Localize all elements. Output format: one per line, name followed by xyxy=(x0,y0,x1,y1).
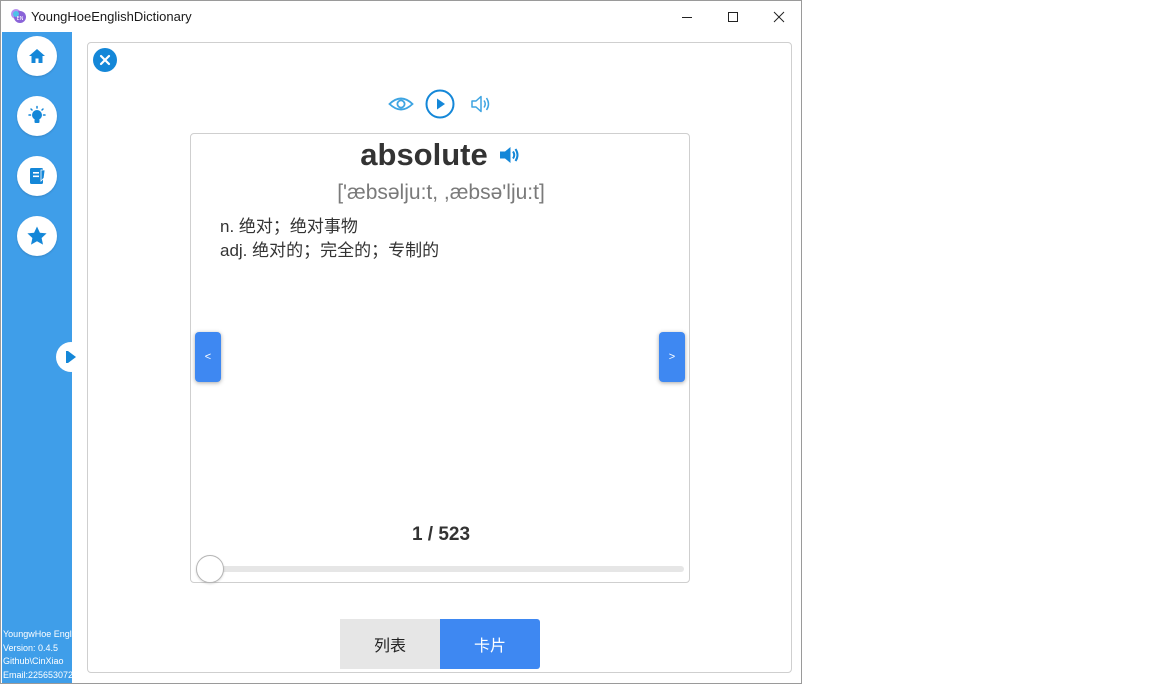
expand-arrow-icon xyxy=(57,343,85,371)
auto-pronounce-button[interactable] xyxy=(470,89,492,119)
window-title: YoungHoeEnglishDictionary xyxy=(31,9,192,24)
card-mode-controls xyxy=(388,89,498,119)
github-text: Github\CinXiao xyxy=(3,656,64,666)
minimize-icon xyxy=(682,16,692,18)
list-view-button[interactable]: 列表 xyxy=(340,619,440,669)
title-bar: EN YoungHoeEnglishDictionary xyxy=(1,1,801,32)
sidebar-toggle-button[interactable] xyxy=(56,342,86,372)
home-icon xyxy=(29,49,45,63)
view-mode-toggle: 列表 卡片 xyxy=(340,619,540,669)
word-card: absolute ['æbsəlju:t, ,æbsə'lju:t] n. 绝对… xyxy=(190,133,690,583)
close-icon xyxy=(773,11,785,22)
close-window-button[interactable] xyxy=(756,1,801,32)
word-counter: 1 / 523 xyxy=(411,524,471,545)
maximize-button[interactable] xyxy=(710,1,756,32)
email-text: Email:2256530720 xyxy=(3,669,72,680)
speaker-icon xyxy=(499,147,519,163)
content-panel: absolute ['æbsəlju:t, ,æbsə'lju:t] n. 绝对… xyxy=(87,42,792,673)
word-text: absolute xyxy=(360,137,488,172)
pronounce-button[interactable] xyxy=(498,143,522,167)
close-card-button[interactable] xyxy=(93,48,117,72)
definition-item: adj. 绝对的；完全的；专制的 xyxy=(220,241,440,260)
lightbulb-icon xyxy=(28,105,46,123)
sidebar-item-home[interactable] xyxy=(17,36,57,76)
definition-item: n. 绝对；绝对事物 xyxy=(220,217,358,236)
definitions-list: n. 绝对；绝对事物 adj. 绝对的；完全的；专制的 xyxy=(220,215,439,263)
eye-icon xyxy=(388,97,414,111)
star-icon xyxy=(27,226,47,245)
previous-word-button[interactable]: < xyxy=(195,332,221,382)
maximize-icon xyxy=(728,11,738,22)
minimize-button[interactable] xyxy=(664,1,710,32)
svg-text:EN: EN xyxy=(17,16,24,22)
toggle-visibility-button[interactable] xyxy=(388,89,414,119)
sidebar-item-learn[interactable] xyxy=(17,96,57,136)
sidebar-item-favorites[interactable] xyxy=(17,216,57,256)
progress-slider-thumb[interactable] xyxy=(196,555,224,583)
play-icon xyxy=(425,89,455,119)
app-logo-icon: EN xyxy=(11,9,26,23)
sidebar-item-wordbook[interactable] xyxy=(17,156,57,196)
card-view-button[interactable]: 卡片 xyxy=(440,619,540,669)
progress-slider-track[interactable] xyxy=(201,566,684,572)
word-header: absolute xyxy=(191,134,691,176)
phonetic-text: ['æbsəlju:t, ,æbsə'lju:t] xyxy=(337,181,545,204)
next-word-button[interactable]: > xyxy=(659,332,685,382)
autoplay-button[interactable] xyxy=(425,89,455,119)
version-text: Version: 0.4.5 xyxy=(3,642,59,653)
close-icon xyxy=(99,54,111,66)
speaker-icon xyxy=(471,95,490,113)
sidebar-footer-info: YoungwHoe English Version: 0.4.5 Github\… xyxy=(3,628,72,682)
notebook-icon xyxy=(30,168,46,184)
app-window: EN YoungHoeEnglishDictionary YoungwHoe E… xyxy=(0,0,802,684)
app-name-text: YoungwHoe English xyxy=(3,629,72,639)
